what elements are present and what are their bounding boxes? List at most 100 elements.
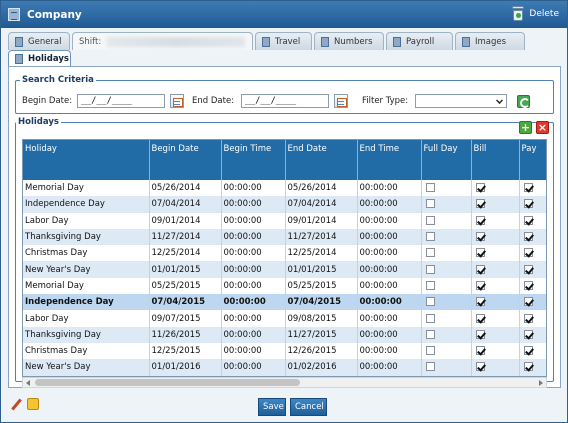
full-day-checkbox[interactable] [425, 199, 435, 209]
full-day-checkbox[interactable] [425, 232, 435, 242]
full-day-checkbox[interactable] [425, 297, 435, 307]
pay-checkbox[interactable] [523, 346, 533, 356]
table-row[interactable]: Christmas Day 12/25/2014 00:00:00 12/25/201… [23, 245, 546, 262]
table-row[interactable]: Independence Day 07/04/2014 00:00:00 07/04/… [23, 196, 546, 213]
tab-payroll[interactable]: Payroll [386, 32, 453, 50]
full-day-checkbox[interactable] [425, 248, 435, 258]
bill-checkbox[interactable] [475, 346, 485, 356]
pay-checkbox[interactable] [523, 232, 533, 242]
bill-checkbox[interactable] [475, 362, 485, 372]
calendar-icon[interactable] [170, 94, 184, 108]
cell-end-date: 11/27/2015 [285, 326, 358, 343]
scroll-right-icon[interactable] [539, 380, 543, 386]
table-row[interactable]: New Year's Day 01/01/2016 00:00:00 01/02/20… [23, 359, 546, 376]
full-day-checkbox[interactable] [425, 183, 435, 193]
scrollbar-thumb[interactable] [35, 379, 300, 386]
cell-end-date: 05/25/2015 [285, 277, 358, 295]
bill-checkbox[interactable] [475, 232, 485, 242]
holidays-table: Holiday Begin Date Begin Time End Date End T… [23, 140, 546, 376]
cell-begin-time: 00:00:00 [221, 245, 286, 262]
remove-holiday-icon[interactable]: × [536, 121, 549, 134]
pay-checkbox[interactable] [523, 329, 533, 339]
pencil-icon[interactable] [11, 399, 23, 411]
table-row[interactable]: Christmas Day 12/25/2015 00:00:00 12/26/201… [23, 342, 546, 360]
table-row[interactable]: Labor Day 09/01/2014 00:00:00 09/01/2014 00:… [23, 212, 546, 229]
cancel-button[interactable]: Cancel [290, 398, 327, 416]
table-row[interactable]: Memorial Day 05/25/2015 00:00:00 05/25/2015… [23, 277, 546, 295]
add-holiday-icon[interactable]: + [519, 121, 532, 134]
cell-holiday: Christmas Day [23, 245, 150, 262]
cell-bill [471, 326, 520, 343]
refresh-icon[interactable] [517, 95, 530, 108]
column-header[interactable]: Bill [471, 140, 520, 180]
full-day-checkbox[interactable] [425, 362, 435, 372]
bill-checkbox[interactable] [475, 313, 485, 323]
pay-checkbox[interactable] [523, 215, 533, 225]
full-day-checkbox[interactable] [425, 280, 435, 290]
cell-end-time: 00:00:00 [357, 228, 422, 246]
full-day-checkbox[interactable] [425, 346, 435, 356]
pay-checkbox[interactable] [523, 280, 533, 290]
bill-checkbox[interactable] [475, 183, 485, 193]
cell-end-time: 00:00:00 [357, 245, 422, 262]
pay-checkbox[interactable] [523, 199, 533, 209]
table-row[interactable]: Thanksgiving Day 11/27/2014 00:00:00 11/27/… [23, 228, 546, 246]
delete-button[interactable]: Delete [511, 6, 559, 22]
table-row[interactable]: Labor Day 09/07/2015 00:00:00 09/08/2015 00:… [23, 310, 546, 327]
table-row[interactable]: Thanksgiving Day 11/26/2015 00:00:00 11/27/… [23, 326, 546, 343]
cell-holiday: Thanksgiving Day [23, 326, 150, 343]
calendar-icon[interactable] [334, 94, 348, 108]
save-button[interactable]: Save [258, 398, 286, 416]
pay-checkbox[interactable] [523, 362, 533, 372]
cell-pay [519, 228, 546, 246]
cell-end-time: 00:00:00 [357, 212, 422, 229]
full-day-checkbox[interactable] [425, 215, 435, 225]
table-row[interactable]: Independence Day 07/04/2015 00:00:00 07/04/… [23, 294, 546, 311]
tab-numbers[interactable]: Numbers [314, 32, 384, 50]
pay-checkbox[interactable] [523, 313, 533, 323]
cell-end-date: 11/27/2014 [285, 228, 358, 246]
scroll-left-icon[interactable] [26, 380, 30, 386]
note-icon[interactable] [27, 398, 39, 410]
holidays-group: Holidays + × Holiday Begin Date Begin Time… [15, 117, 554, 388]
pay-checkbox[interactable] [523, 264, 533, 274]
cell-bill [471, 310, 520, 327]
full-day-checkbox[interactable] [425, 329, 435, 339]
bill-checkbox[interactable] [475, 199, 485, 209]
table-row[interactable]: New Year's Day 01/01/2015 00:00:00 01/01/20… [23, 261, 546, 278]
bill-checkbox[interactable] [475, 329, 485, 339]
full-day-checkbox[interactable] [425, 264, 435, 274]
cell-end-time: 00:00:00 [357, 277, 422, 295]
begin-date-input[interactable]: __/__/____ [77, 94, 165, 108]
cell-holiday: Memorial Day [23, 180, 150, 197]
table-body: Memorial Day 05/26/2014 00:00:00 05/26/2014… [23, 180, 546, 376]
cell-pay [519, 342, 546, 360]
bill-checkbox[interactable] [475, 215, 485, 225]
pay-checkbox[interactable] [523, 297, 533, 307]
cell-pay [519, 180, 546, 197]
window-title: Company [27, 8, 82, 21]
tab-travel[interactable]: Travel [255, 32, 312, 50]
column-header[interactable]: Full Day [421, 140, 472, 180]
pay-checkbox[interactable] [523, 248, 533, 258]
bill-checkbox[interactable] [475, 248, 485, 258]
tab-shift[interactable]: Shift: [72, 32, 253, 50]
tab-holidays[interactable]: Holidays [8, 50, 71, 67]
horizontal-scrollbar[interactable] [22, 377, 547, 388]
column-header[interactable]: Begin Date [149, 140, 222, 180]
column-header[interactable]: Pay [519, 140, 546, 180]
table-row[interactable]: Memorial Day 05/26/2014 00:00:00 05/26/2014… [23, 180, 546, 197]
end-date-input[interactable]: __/__/____ [241, 94, 329, 108]
bill-checkbox[interactable] [475, 264, 485, 274]
bill-checkbox[interactable] [475, 297, 485, 307]
tab-images[interactable]: Images [455, 32, 525, 50]
column-header[interactable]: End Date [285, 140, 358, 180]
column-header[interactable]: Holiday [23, 140, 150, 180]
column-header[interactable]: Begin Time [221, 140, 286, 180]
column-header[interactable]: End Time [357, 140, 422, 180]
pay-checkbox[interactable] [523, 183, 533, 193]
full-day-checkbox[interactable] [425, 313, 435, 323]
filter-type-select[interactable] [415, 94, 507, 108]
bill-checkbox[interactable] [475, 280, 485, 290]
tab-general[interactable]: General [8, 32, 70, 50]
